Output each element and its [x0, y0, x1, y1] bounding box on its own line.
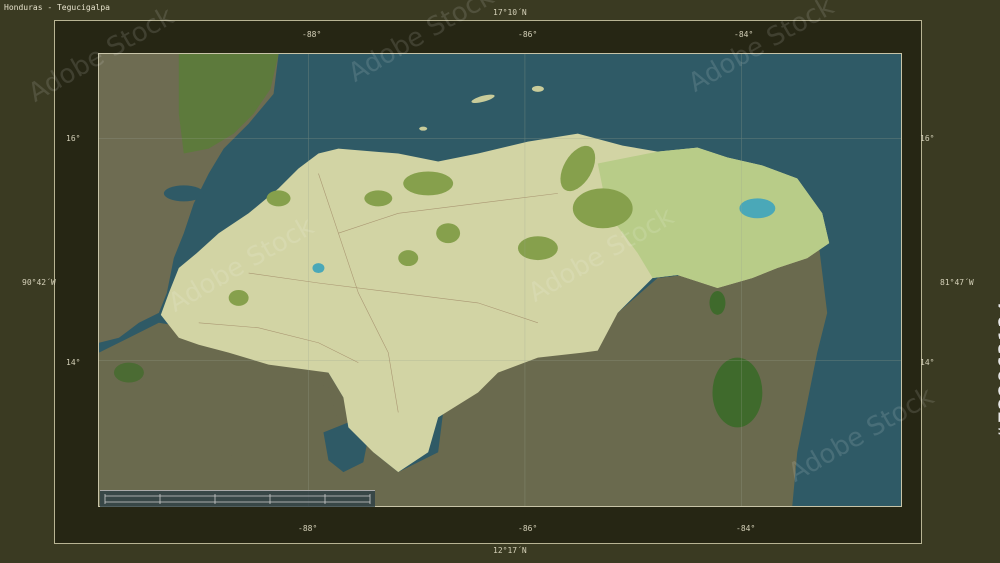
lon-left-label: 90°42´W: [22, 278, 56, 287]
forest-patch: [228, 289, 249, 306]
forest-patch: [398, 250, 419, 267]
grid-bottom-label: -88°: [298, 524, 318, 533]
grid-right-label: 16°: [920, 134, 935, 143]
forest-patch: [517, 236, 558, 261]
grid-bottom-label: -84°: [736, 524, 756, 533]
lon-right-label: 81°47´W: [940, 278, 974, 287]
grid-top-label: -84°: [734, 30, 754, 39]
lagoon: [739, 198, 776, 219]
forest-patch: [572, 188, 633, 229]
bay-island: [419, 126, 428, 131]
bay-island: [531, 85, 544, 92]
grid-left-label: 16°: [66, 134, 81, 143]
map-title: Honduras - Tegucigalpa: [4, 3, 110, 12]
dark-forest-patch: [712, 357, 763, 428]
scale-bar: [100, 490, 375, 507]
grid-left-label: 14°: [66, 358, 81, 367]
lagoon: [163, 185, 204, 202]
lagoon: [312, 263, 325, 274]
grid-top-label: -86°: [518, 30, 538, 39]
forest-patch: [364, 190, 393, 207]
forest-patch: [266, 190, 291, 207]
grid-top-label: -88°: [302, 30, 322, 39]
lat-bottom-label: 12°17´N: [493, 546, 527, 555]
lat-top-label: 17°10´N: [493, 8, 527, 17]
stock-id: #722863124: [994, 300, 1000, 442]
dark-forest-patch: [113, 362, 144, 383]
map-canvas[interactable]: [98, 53, 902, 507]
grid-bottom-label: -86°: [518, 524, 538, 533]
grid-right-label: 14°: [920, 358, 935, 367]
dark-forest-patch: [709, 290, 726, 315]
forest-patch: [403, 171, 454, 196]
map-svg: [99, 54, 901, 506]
scale-bar-svg: [104, 494, 371, 504]
forest-patch: [436, 223, 461, 244]
